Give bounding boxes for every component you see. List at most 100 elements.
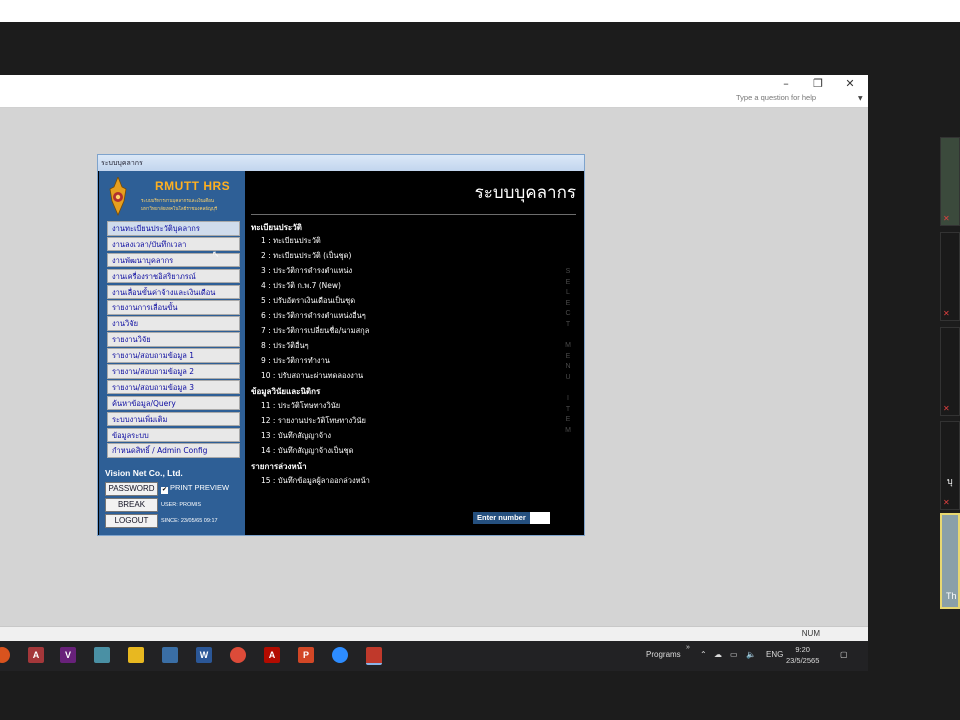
form-title: ระบบบุคลากร bbox=[98, 155, 584, 171]
menu-item-development[interactable]: งานพัฒนาบุคลากร bbox=[107, 252, 240, 268]
clock-date: 23/5/2565 bbox=[786, 656, 820, 665]
statusbar: NUM bbox=[0, 626, 868, 642]
select-menu-item-watermark: SELECT MENU ITEM bbox=[565, 268, 571, 434]
browser-top-strip bbox=[0, 0, 960, 22]
menu-item-system-info[interactable]: ข้อมูลระบบ bbox=[107, 427, 240, 443]
participant-name: บุ bbox=[947, 476, 953, 486]
break-button[interactable]: BREAK bbox=[105, 498, 158, 512]
main-menu: งานทะเบียนประวัติบุคลากร งานลงเวลา/บันทึ… bbox=[107, 221, 240, 459]
logo-title: RMUTT HRS bbox=[155, 179, 231, 193]
tray-chevron-icon[interactable]: ⌃ bbox=[700, 650, 707, 659]
logo-subtitle: มหาวิทยาลัยเทคโนโลยีราชมงคลธัญบุรี bbox=[141, 207, 218, 212]
menu-item-report-2[interactable]: รายงาน/สอบถามข้อมูล 2 bbox=[107, 364, 240, 379]
language-indicator[interactable]: ENG bbox=[766, 650, 783, 659]
remote-desktop-icon[interactable] bbox=[162, 647, 178, 663]
option-item[interactable]: 11 : ประวัติโทษทางวินัย bbox=[261, 400, 340, 412]
enter-number-label: Enter number bbox=[473, 512, 530, 524]
option-item[interactable]: 4 : ประวัติ ก.พ.7 (New) bbox=[261, 280, 341, 292]
active-speaker-tile[interactable]: Th bbox=[940, 513, 960, 609]
option-item[interactable]: 9 : ประวัติการทำงาน bbox=[261, 355, 330, 367]
restore-button[interactable]: ❐ bbox=[808, 77, 828, 90]
close-button[interactable]: ✕ bbox=[840, 77, 860, 90]
mic-muted-icon: ✕ bbox=[943, 498, 950, 507]
visual-studio-icon[interactable]: V bbox=[60, 647, 76, 663]
programs-toolbar[interactable]: Programs bbox=[646, 650, 681, 659]
option-item[interactable]: 15 : บันทึกข้อมูลผู้ลาออกล่วงหน้า bbox=[261, 475, 370, 487]
clock[interactable]: 9:20 23/5/2565 bbox=[786, 644, 819, 666]
menu-item-salary[interactable]: งานเลื่อนขั้นค่าจ้างและเงินเดือน bbox=[107, 284, 240, 300]
network-icon[interactable]: ▭ bbox=[730, 650, 738, 659]
acrobat-icon[interactable]: A bbox=[264, 647, 280, 663]
company-name: Vision Net Co., Ltd. bbox=[105, 468, 183, 478]
option-item[interactable]: 3 : ประวัติการดำรงตำแหน่ง bbox=[261, 265, 352, 277]
option-item[interactable]: 5 : ปรับอัตราเงินเดือนเป็นชุด bbox=[261, 295, 355, 307]
password-button[interactable]: PASSWORD bbox=[105, 482, 158, 496]
section-heading: รายการล่วงหน้า bbox=[251, 462, 307, 471]
print-preview-label: PRINT PREVIEW bbox=[170, 483, 230, 492]
participant-tile[interactable]: บุ ✕ bbox=[940, 421, 960, 510]
active-app-icon[interactable] bbox=[366, 647, 382, 665]
option-item[interactable]: 8 : ประวัติอื่นๆ bbox=[261, 340, 309, 352]
menu-item-report-1[interactable]: รายงาน/สอบถามข้อมูล 1 bbox=[107, 348, 240, 363]
option-item[interactable]: 13 : บันทึกสัญญาจ้าง bbox=[261, 430, 331, 442]
section-heading: ทะเบียนประวัติ bbox=[251, 223, 302, 232]
participant-tile[interactable]: ✕ bbox=[940, 137, 960, 226]
checkbox-icon[interactable]: ✔ bbox=[161, 487, 168, 494]
menu-item-report-3[interactable]: รายงาน/สอบถามข้อมูล 3 bbox=[107, 379, 240, 395]
toolbar-expand-icon[interactable]: » bbox=[686, 644, 690, 651]
option-item[interactable]: 6 : ประวัติการดำรงตำแหน่งอื่นๆ bbox=[261, 310, 366, 322]
enter-number-input[interactable] bbox=[529, 512, 550, 524]
mouse-cursor-icon: ↖ bbox=[212, 250, 220, 260]
mic-muted-icon: ✕ bbox=[943, 404, 950, 413]
access-icon[interactable]: A bbox=[28, 647, 44, 663]
taskbar: A V W A P Programs » ⌃ ☁ ▭ 🔈 ENG 9:20 23… bbox=[0, 641, 868, 671]
browser-icon[interactable] bbox=[0, 647, 10, 663]
left-panel: RMUTT HRS ระบบบริหารงานบุคลากรและเงินเดื… bbox=[99, 171, 245, 535]
logo-area: RMUTT HRS ระบบบริหารงานบุคลากรและเงินเดื… bbox=[99, 171, 245, 221]
option-item[interactable]: 10 : ปรับสถานะผ่านทดลองงาน bbox=[261, 370, 363, 382]
menu-item-decorations[interactable]: งานเครื่องราชอิสริยาภรณ์ bbox=[107, 268, 240, 284]
menu-item-extra[interactable]: ระบบงานเพิ่มเติม bbox=[107, 411, 240, 427]
participant-tile[interactable]: ✕ bbox=[940, 232, 960, 321]
zoom-icon[interactable] bbox=[332, 647, 348, 663]
volume-icon[interactable]: 🔈 bbox=[746, 650, 756, 659]
option-item[interactable]: 14 : บันทึกสัญญาจ้างเป็นชุด bbox=[261, 445, 353, 457]
file-explorer-icon[interactable] bbox=[128, 647, 144, 663]
option-item[interactable]: 2 : ทะเบียนประวัติ (เป็นชุด) bbox=[261, 250, 351, 262]
university-logo-icon bbox=[109, 177, 127, 217]
menu-item-registry[interactable]: งานทะเบียนประวัติบุคลากร bbox=[107, 221, 240, 236]
help-search-input[interactable]: Type a question for help bbox=[736, 93, 816, 102]
menu-item-research[interactable]: งานวิจัย bbox=[107, 316, 240, 331]
menu-item-query[interactable]: ค้นหาข้อมูล/Query bbox=[107, 395, 240, 411]
user-label: USER: PROMIS bbox=[161, 502, 202, 508]
enter-number-group: Enter number bbox=[473, 512, 550, 531]
menu-item-research-report[interactable]: รายงานวิจัย bbox=[107, 332, 240, 347]
menu-item-promotion-report[interactable]: รายงานการเลื่อนขั้น bbox=[107, 300, 240, 315]
print-preview-checkbox[interactable]: ✔ PRINT PREVIEW bbox=[161, 483, 229, 494]
menu-item-time[interactable]: งานลงเวลา/บันทึกเวลา bbox=[107, 236, 240, 252]
logout-button[interactable]: LOGOUT bbox=[105, 514, 158, 528]
num-lock-indicator: NUM bbox=[801, 629, 820, 638]
logo-subtitle: ระบบบริหารงานบุคลากรและเงินเดือน bbox=[141, 199, 214, 204]
hr-form-window: ระบบบุคลากร RMUTT HRS ระบบบริหารงานบุคลา… bbox=[97, 154, 585, 536]
option-item[interactable]: 12 : รายงานประวัติโทษทางวินัย bbox=[261, 415, 366, 427]
notification-icon[interactable]: ▢ bbox=[840, 650, 848, 659]
option-item[interactable]: 7 : ประวัติการเปลี่ยนชื่อ/นามสกุล bbox=[261, 325, 369, 337]
chrome-icon[interactable] bbox=[230, 647, 246, 663]
cloud-icon[interactable]: ☁ bbox=[714, 650, 722, 659]
participant-name: Th bbox=[946, 591, 957, 601]
word-icon[interactable]: W bbox=[196, 647, 212, 663]
notes-icon[interactable] bbox=[94, 647, 110, 663]
minimize-button[interactable]: – bbox=[776, 77, 796, 90]
divider bbox=[251, 214, 576, 215]
powerpoint-icon[interactable]: P bbox=[298, 647, 314, 663]
menu-item-admin-config[interactable]: กำหนดสิทธิ์ / Admin Config bbox=[107, 443, 240, 458]
option-item[interactable]: 1 : ทะเบียนประวัติ bbox=[261, 235, 321, 247]
mic-muted-icon: ✕ bbox=[943, 214, 950, 223]
dropdown-arrow-icon[interactable]: ▼ bbox=[858, 95, 863, 102]
mic-muted-icon: ✕ bbox=[943, 309, 950, 318]
clock-time: 9:20 bbox=[795, 645, 810, 654]
app-titlebar: – ❐ ✕ Type a question for help ▼ bbox=[0, 75, 868, 108]
section-heading: ข้อมูลวินัยและนิติกร bbox=[251, 387, 321, 396]
participant-tile[interactable]: ✕ bbox=[940, 327, 960, 416]
